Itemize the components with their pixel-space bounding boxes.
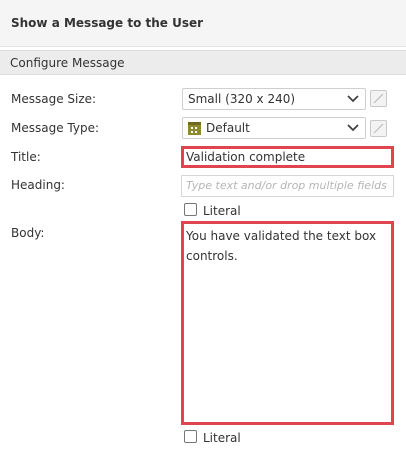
message-size-label: Message Size: [11,92,97,106]
message-size-value: Small (320 x 240) [188,92,296,106]
edit-icon [373,93,384,104]
chevron-down-icon [347,124,359,132]
body-literal-checkbox[interactable] [184,430,197,443]
section-title: Configure Message [10,56,125,70]
body-label: Body: [11,226,45,240]
dialog-header: Show a Message to the User [0,0,406,47]
body-literal-label: Literal [203,431,241,445]
message-type-select[interactable]: Default [182,117,366,139]
message-size-expression-button[interactable] [370,90,387,107]
grid-table-icon [188,122,201,135]
chevron-down-icon [347,95,359,103]
message-type-label: Message Type: [11,121,100,135]
heading-label: Heading: [11,178,65,192]
message-type-expression-button[interactable] [370,120,387,137]
title-input-value: Validation complete [186,150,306,164]
heading-literal-checkbox[interactable] [184,203,197,216]
heading-literal-label: Literal [203,204,241,218]
dialog-title: Show a Message to the User [11,16,204,30]
section-header[interactable]: Configure Message [0,50,406,75]
heading-input[interactable]: Type text and/or drop multiple fields [181,175,394,197]
message-type-value: Default [206,121,250,135]
heading-placeholder: Type text and/or drop multiple fields [186,179,387,192]
body-textarea[interactable]: You have validated the text box controls… [181,221,394,425]
body-textarea-value: You have validated the text box controls… [186,229,377,263]
edit-icon [373,123,384,134]
message-size-select[interactable]: Small (320 x 240) [182,88,366,110]
title-input[interactable]: Validation complete [181,146,394,168]
title-label: Title: [11,150,41,164]
